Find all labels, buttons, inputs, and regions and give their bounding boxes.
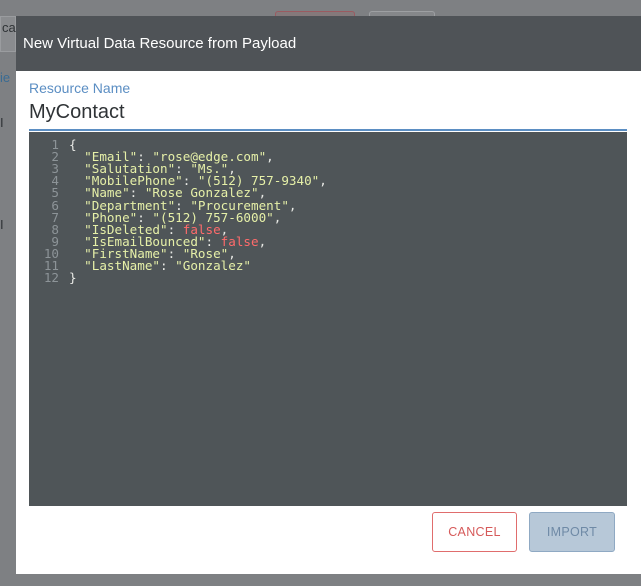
resource-name-label: Resource Name xyxy=(29,80,131,96)
code-line: 11 "LastName": "Gonzalez" xyxy=(29,258,627,273)
cancel-button[interactable]: CANCEL xyxy=(432,512,517,552)
code-text: } xyxy=(69,270,77,286)
background-input-text: ca xyxy=(2,20,16,35)
resource-name-input[interactable]: MyContact xyxy=(29,101,125,124)
json-string: "Gonzalez" xyxy=(175,258,251,273)
background-text-fragment: I xyxy=(0,115,4,130)
line-number: 12 xyxy=(43,270,59,286)
new-virtual-data-resource-modal: New Virtual Data Resource from Payload R… xyxy=(16,16,641,574)
resource-name-underline xyxy=(29,129,627,131)
code-text: "LastName": "Gonzalez" xyxy=(84,258,251,273)
background-link-fragment: ie xyxy=(0,70,11,85)
modal-title: New Virtual Data Resource from Payload xyxy=(23,35,297,52)
modal-header: New Virtual Data Resource from Payload xyxy=(16,16,641,71)
import-button[interactable]: IMPORT xyxy=(529,512,615,552)
payload-code-editor[interactable]: 1{2 "Email": "rose@edge.com", 3 "Salutati… xyxy=(29,132,627,506)
code-line: 12} xyxy=(29,270,627,286)
json-key: "LastName" xyxy=(84,258,160,273)
background-text-fragment: I xyxy=(0,217,4,232)
